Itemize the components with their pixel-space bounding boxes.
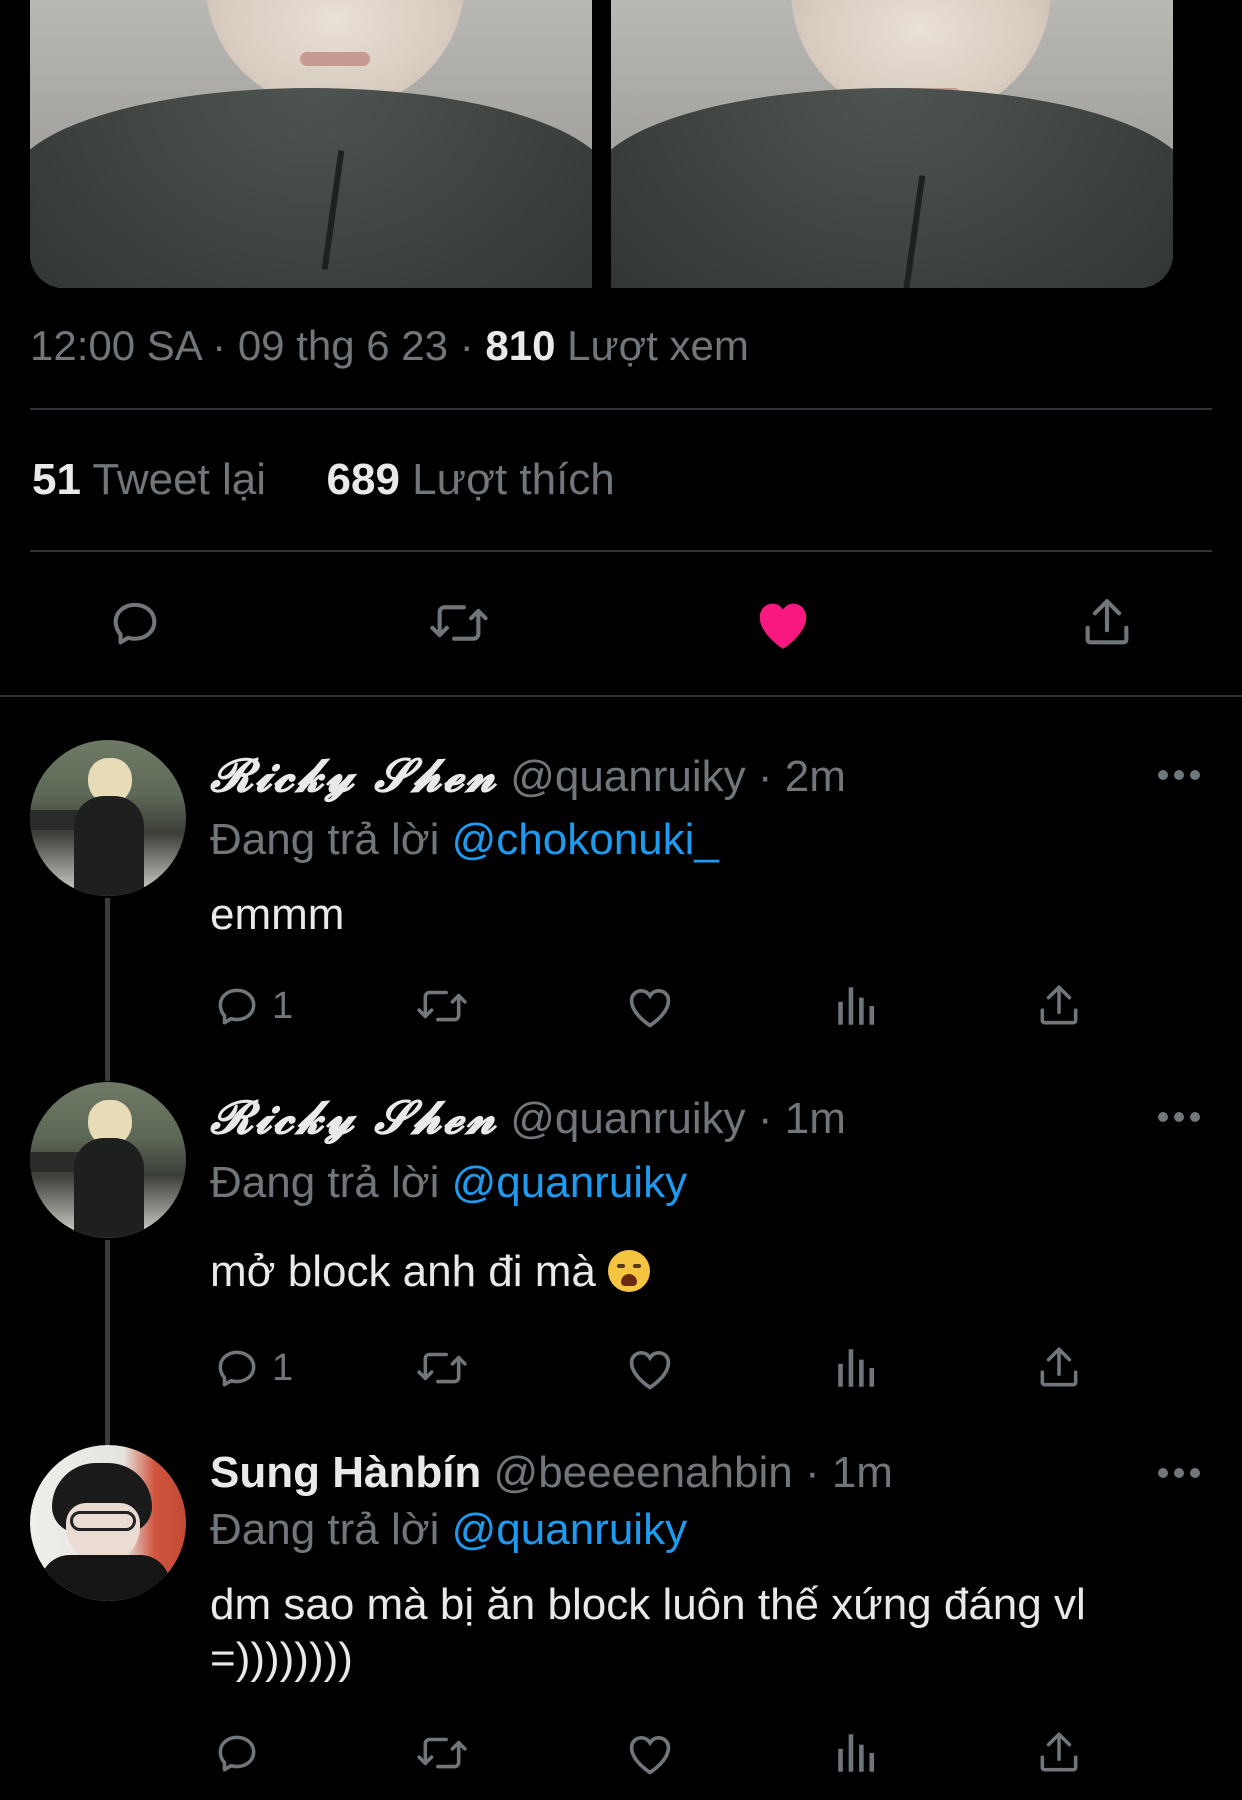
user-handle[interactable]: @beeeenahbin <box>494 1448 793 1497</box>
display-name[interactable]: 𝓡𝓲𝓬𝓴𝔂 𝓢𝓱𝓮𝓷 <box>210 748 498 802</box>
reply-icon[interactable]: 1 <box>212 978 293 1034</box>
avatar[interactable] <box>30 740 186 896</box>
replying-to-mention[interactable]: @quanruiky <box>452 1158 687 1207</box>
likes-stat[interactable]: 689 Lượt thích <box>327 455 615 504</box>
retweet-icon[interactable] <box>414 1725 470 1781</box>
tweet-stats: 51 Tweet lại 689 Lượt thích <box>32 455 615 505</box>
crying-emoji-icon <box>608 1250 651 1292</box>
reply-text: emmm <box>210 890 345 939</box>
reply-text: dm sao mà bị ăn block luôn thế xứng đáng… <box>210 1580 1086 1683</box>
views-count: 810 <box>485 322 556 369</box>
reply-icon[interactable] <box>212 1725 262 1781</box>
like-icon[interactable] <box>624 978 676 1034</box>
share-icon[interactable] <box>1034 1725 1084 1781</box>
divider <box>0 695 1242 697</box>
replying-to-mention[interactable]: @quanruiky <box>452 1505 687 1554</box>
share-icon[interactable] <box>1072 588 1142 658</box>
like-icon[interactable] <box>748 588 818 658</box>
more-icon[interactable] <box>1158 1112 1200 1124</box>
avatar[interactable] <box>30 1082 186 1238</box>
views-icon[interactable] <box>832 1340 882 1396</box>
tweet-time: 12:00 SA <box>30 322 201 369</box>
reply-time: 2m <box>784 752 846 801</box>
like-icon[interactable] <box>624 1725 676 1781</box>
tweet-date: 09 thg 6 23 <box>237 322 449 369</box>
views-icon[interactable] <box>832 1725 882 1781</box>
reply-count: 1 <box>272 984 294 1027</box>
reply-icon[interactable] <box>100 588 170 658</box>
reply-icon[interactable]: 1 <box>212 1340 293 1396</box>
more-icon[interactable] <box>1158 770 1200 782</box>
thread-line <box>105 1240 110 1445</box>
user-handle[interactable]: @quanruiky <box>510 1094 745 1143</box>
views-label[interactable]: Lượt xem <box>567 322 749 369</box>
tweet-media[interactable] <box>30 0 1173 288</box>
views-icon[interactable] <box>832 978 882 1034</box>
replying-label: Đang trả lời <box>210 815 440 864</box>
tweet-photo-1[interactable] <box>30 0 592 288</box>
replying-to-mention[interactable]: @chokonuki_ <box>452 815 719 864</box>
retweets-stat[interactable]: 51 Tweet lại <box>32 455 266 504</box>
share-icon[interactable] <box>1034 978 1084 1034</box>
retweet-icon[interactable] <box>414 1340 470 1396</box>
thread-line <box>105 898 110 1081</box>
share-icon[interactable] <box>1034 1340 1084 1396</box>
replying-label: Đang trả lời <box>210 1505 440 1554</box>
divider <box>30 550 1212 552</box>
avatar[interactable] <box>30 1445 186 1601</box>
replying-label: Đang trả lời <box>210 1158 440 1207</box>
tweet-photo-2[interactable] <box>611 0 1173 288</box>
tweet-meta: 12:00 SA · 09 thg 6 23 · 810 Lượt xem <box>30 322 749 369</box>
reply-count: 1 <box>272 1346 294 1389</box>
retweet-icon[interactable] <box>424 588 494 658</box>
like-icon[interactable] <box>624 1340 676 1396</box>
reply-time: 1m <box>831 1448 893 1497</box>
more-icon[interactable] <box>1158 1468 1200 1480</box>
divider <box>30 408 1212 410</box>
display-name[interactable]: 𝓡𝓲𝓬𝓴𝔂 𝓢𝓱𝓮𝓷 <box>210 1090 498 1144</box>
display-name[interactable]: Sung Hànbín <box>210 1448 481 1497</box>
reply-time: 1m <box>784 1094 846 1143</box>
user-handle[interactable]: @quanruiky <box>510 752 745 801</box>
retweet-icon[interactable] <box>414 978 470 1034</box>
reply-text: mở block anh đi mà <box>210 1245 1210 1299</box>
